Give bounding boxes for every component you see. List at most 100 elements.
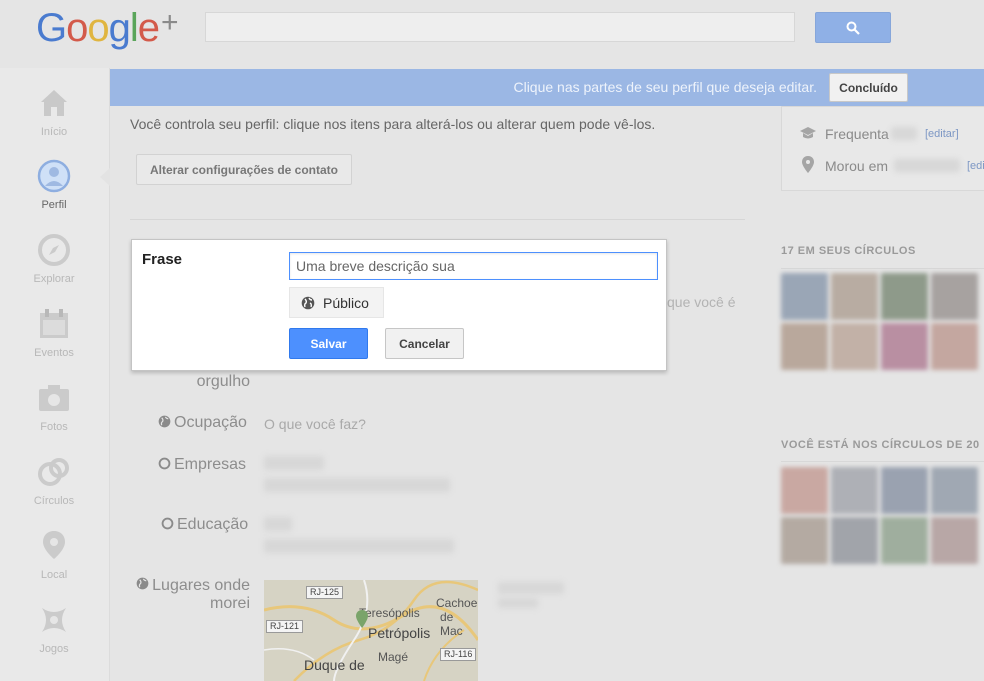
contact-settings-button[interactable]: Alterar configurações de contato	[136, 154, 352, 185]
field-label-employment[interactable]: Empresas	[174, 456, 246, 474]
done-button[interactable]: Concluído	[829, 73, 908, 102]
nav-item-local[interactable]: Local	[0, 529, 108, 581]
map-shield-2: RJ-121	[266, 620, 304, 633]
field-label-orgulho: orgulho	[196, 373, 250, 390]
about-card	[781, 106, 984, 191]
section-divider	[130, 219, 745, 220]
avatar[interactable]	[931, 273, 978, 320]
field-label-education[interactable]: Educação	[177, 516, 248, 534]
avatar[interactable]	[831, 323, 878, 370]
games-icon	[42, 608, 66, 632]
avatar[interactable]	[831, 517, 878, 564]
avatar[interactable]	[781, 517, 828, 564]
save-button[interactable]: Salvar	[289, 328, 368, 359]
nav-item-circles[interactable]: Círculos	[0, 455, 108, 507]
field-label-places[interactable]: Lugares onde morei	[150, 577, 250, 613]
field-label-places-line2: morei	[209, 595, 250, 612]
visibility-selector[interactable]: Público	[289, 287, 384, 318]
logo-text: Google	[36, 6, 160, 50]
nav-label-photos: Fotos	[40, 421, 68, 433]
avatar[interactable]	[781, 273, 828, 320]
cancel-button[interactable]: Cancelar	[385, 328, 464, 359]
circle-visibility-icon[interactable]	[158, 457, 171, 470]
globe-icon[interactable]	[136, 577, 149, 590]
morou-label: Morou em	[825, 158, 889, 174]
nav-item-events[interactable]: Eventos	[0, 307, 108, 359]
morou-edit-link[interactable]: [edi	[967, 160, 984, 172]
circles-section-title: 17 EM SEUS CÍRCULOS	[781, 245, 916, 257]
circles-icon	[38, 458, 69, 486]
avatar[interactable]	[881, 467, 928, 514]
location-icon	[43, 531, 65, 559]
avatar[interactable]	[881, 517, 928, 564]
compass-icon	[38, 234, 70, 266]
graduation-cap-icon	[800, 127, 816, 139]
map-label-3: Duque de	[304, 657, 365, 673]
map-pin-icon	[356, 610, 368, 628]
map-label-2: Petrópolis	[368, 625, 431, 641]
nav-item-explore[interactable]: Explorar	[0, 233, 108, 285]
camera-icon	[39, 385, 69, 411]
nav-item-home[interactable]: Início	[0, 86, 108, 138]
map-label-4: Magé	[378, 650, 409, 664]
in-circles-divider	[781, 461, 984, 462]
profile-icon	[37, 159, 71, 193]
avatar[interactable]	[931, 323, 978, 370]
nav-label-local: Local	[40, 569, 68, 581]
nav-label-games: Jogos	[39, 643, 69, 655]
home-icon	[41, 90, 67, 116]
avatar[interactable]	[831, 467, 878, 514]
globe-icon	[301, 296, 315, 309]
logo-plus: +	[161, 6, 179, 39]
nav-label-events: Eventos	[34, 347, 74, 359]
nav-label-explore: Explorar	[33, 273, 75, 285]
tagline-input[interactable]	[289, 252, 658, 280]
in-circles-section-title: VOCÊ ESTÁ NOS CÍRCULOS DE 20	[781, 439, 980, 451]
avatar[interactable]	[881, 273, 928, 320]
nav-item-profile[interactable]: Perfil	[0, 159, 108, 211]
circle-visibility-icon[interactable]	[161, 517, 174, 530]
avatar[interactable]	[831, 273, 878, 320]
dialog-label: Frase	[142, 251, 183, 268]
google-plus-logo[interactable]: Google+	[36, 6, 179, 51]
globe-icon[interactable]	[158, 415, 171, 428]
search-input[interactable]	[205, 12, 795, 42]
search-icon	[846, 21, 860, 35]
frequenta-value-blurred	[891, 127, 917, 140]
nav-label-profile: Perfil	[41, 199, 67, 211]
education-value-blurred	[264, 517, 292, 531]
employment-value-blurred	[264, 456, 324, 470]
frequenta-label: Frequenta	[825, 126, 889, 142]
frequenta-edit-link[interactable]: [editar]	[925, 128, 959, 140]
behind-dialog-text: que você é	[667, 294, 736, 310]
avatar[interactable]	[931, 467, 978, 514]
in-circles-avatar-grid[interactable]	[781, 467, 978, 564]
employment-detail-blurred	[264, 478, 450, 492]
circles-divider	[781, 268, 984, 269]
intro-text: Você controla seu perfil: clique nos ite…	[130, 116, 656, 132]
map-label-5: Cachoe	[436, 596, 478, 610]
location-pin-icon	[802, 156, 814, 173]
nav-active-arrow	[100, 168, 110, 186]
map-label-1: Teresópolis	[359, 606, 420, 620]
education-detail-blurred	[264, 539, 454, 553]
morou-value-blurred	[894, 159, 960, 172]
avatar[interactable]	[881, 323, 928, 370]
occupation-placeholder[interactable]: O que você faz?	[264, 416, 366, 432]
nav-item-photos[interactable]: Fotos	[0, 381, 108, 433]
nav-label-circles: Círculos	[33, 495, 75, 507]
calendar-icon	[40, 309, 68, 338]
visibility-label: Público	[323, 294, 369, 311]
avatar[interactable]	[781, 467, 828, 514]
nav-label-home: Início	[40, 126, 68, 138]
avatar[interactable]	[781, 323, 828, 370]
places-map[interactable]: RJ-125 RJ-121 RJ-116 Teresópolis Petrópo…	[264, 580, 478, 681]
avatar[interactable]	[931, 517, 978, 564]
map-shield-3: RJ-116	[440, 648, 477, 661]
places-detail-blurred	[498, 598, 538, 608]
nav-item-games[interactable]: Jogos	[0, 603, 108, 655]
field-label-occupation[interactable]: Ocupação	[174, 414, 247, 432]
map-shield-1: RJ-125	[306, 586, 344, 599]
search-button[interactable]	[815, 12, 891, 43]
circles-avatar-grid[interactable]	[781, 273, 978, 370]
